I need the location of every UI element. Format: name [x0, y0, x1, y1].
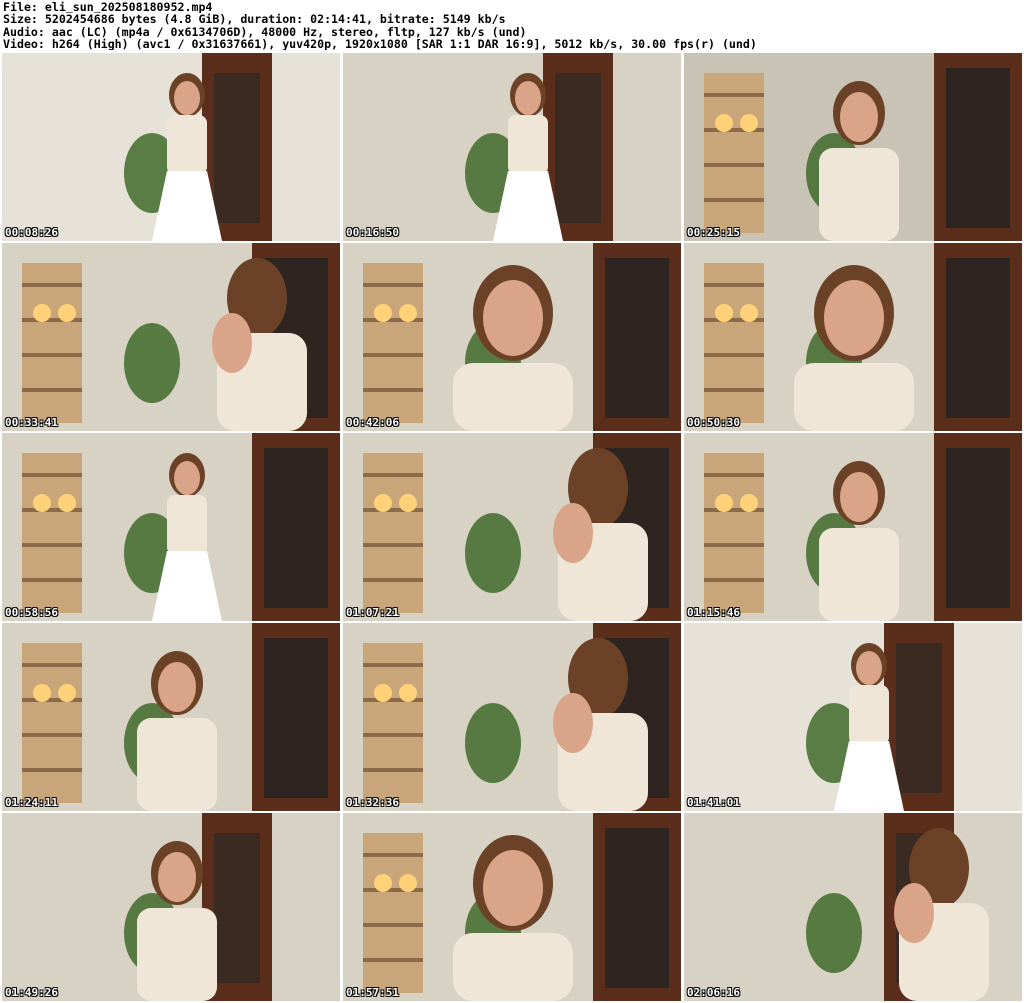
- video-thumbnail: 00:50:30: [684, 243, 1022, 431]
- thumbnail-frame-image: [343, 433, 681, 621]
- audio-info-line: Audio: aac (LC) (mp4a / 0x6134706D), 480…: [3, 25, 527, 38]
- thumbnail-timestamp: 00:50:30: [687, 416, 740, 429]
- video-thumbnail: 00:58:56: [2, 433, 340, 621]
- thumbnail-timestamp: 01:15:46: [687, 606, 740, 619]
- thumbnail-timestamp: 00:58:56: [5, 606, 58, 619]
- thumbnail-timestamp: 01:41:01: [687, 796, 740, 809]
- thumbnail-frame-image: [2, 623, 340, 811]
- video-thumbnail: 00:42:06: [343, 243, 681, 431]
- thumbnail-frame-image: [2, 243, 340, 431]
- thumbnail-timestamp: 01:57:51: [346, 986, 399, 999]
- file-info-header: File: eli_sun_202508180952.mp4 Size: 520…: [3, 1, 1021, 50]
- thumbnail-timestamp: 00:25:15: [687, 226, 740, 239]
- thumbnail-timestamp: 01:07:21: [346, 606, 399, 619]
- video-info-line: Video: h264 (High) (avc1 / 0x31637661), …: [3, 37, 757, 51]
- video-thumbnail: 01:24:11: [2, 623, 340, 811]
- video-thumbnail: 01:41:01: [684, 623, 1022, 811]
- video-thumbnail: 00:08:26: [2, 53, 340, 241]
- thumbnail-frame-image: [2, 53, 340, 241]
- file-size-line: Size: 5202454686 bytes (4.8 GiB), durati…: [3, 13, 506, 26]
- video-thumbnail: 00:25:15: [684, 53, 1022, 241]
- thumbnail-timestamp: 00:42:06: [346, 416, 399, 429]
- thumbnail-timestamp: 00:33:41: [5, 416, 58, 429]
- thumbnail-frame-image: [343, 243, 681, 431]
- video-thumbnail: 01:49:26: [2, 813, 340, 1001]
- thumbnail-timestamp: 01:49:26: [5, 986, 58, 999]
- thumbnail-grid: 00:08:26 00:16:50 00:25:15 00:33:41 00:42:06…: [2, 53, 1022, 1001]
- thumbnail-frame-image: [2, 813, 340, 1001]
- thumbnail-timestamp: 01:24:11: [5, 796, 58, 809]
- video-thumbnail: 01:15:46: [684, 433, 1022, 621]
- video-thumbnail: 00:33:41: [2, 243, 340, 431]
- video-thumbnail: 01:57:51: [343, 813, 681, 1001]
- thumbnail-frame-image: [684, 813, 1022, 1001]
- thumbnail-frame-image: [684, 623, 1022, 811]
- video-thumbnail: 01:32:36: [343, 623, 681, 811]
- thumbnail-timestamp: 01:32:36: [346, 796, 399, 809]
- thumbnail-frame-image: [684, 243, 1022, 431]
- video-thumbnail: 00:16:50: [343, 53, 681, 241]
- thumbnail-frame-image: [684, 53, 1022, 241]
- video-thumbnail: 02:06:16: [684, 813, 1022, 1001]
- thumbnail-timestamp: 02:06:16: [687, 986, 740, 999]
- thumbnail-frame-image: [343, 813, 681, 1001]
- file-name-line: File: eli_sun_202508180952.mp4: [3, 1, 213, 14]
- video-thumbnail: 01:07:21: [343, 433, 681, 621]
- thumbnail-timestamp: 00:08:26: [5, 226, 58, 239]
- thumbnail-frame-image: [2, 433, 340, 621]
- thumbnail-frame-image: [343, 53, 681, 241]
- thumbnail-frame-image: [684, 433, 1022, 621]
- thumbnail-frame-image: [343, 623, 681, 811]
- thumbnail-timestamp: 00:16:50: [346, 226, 399, 239]
